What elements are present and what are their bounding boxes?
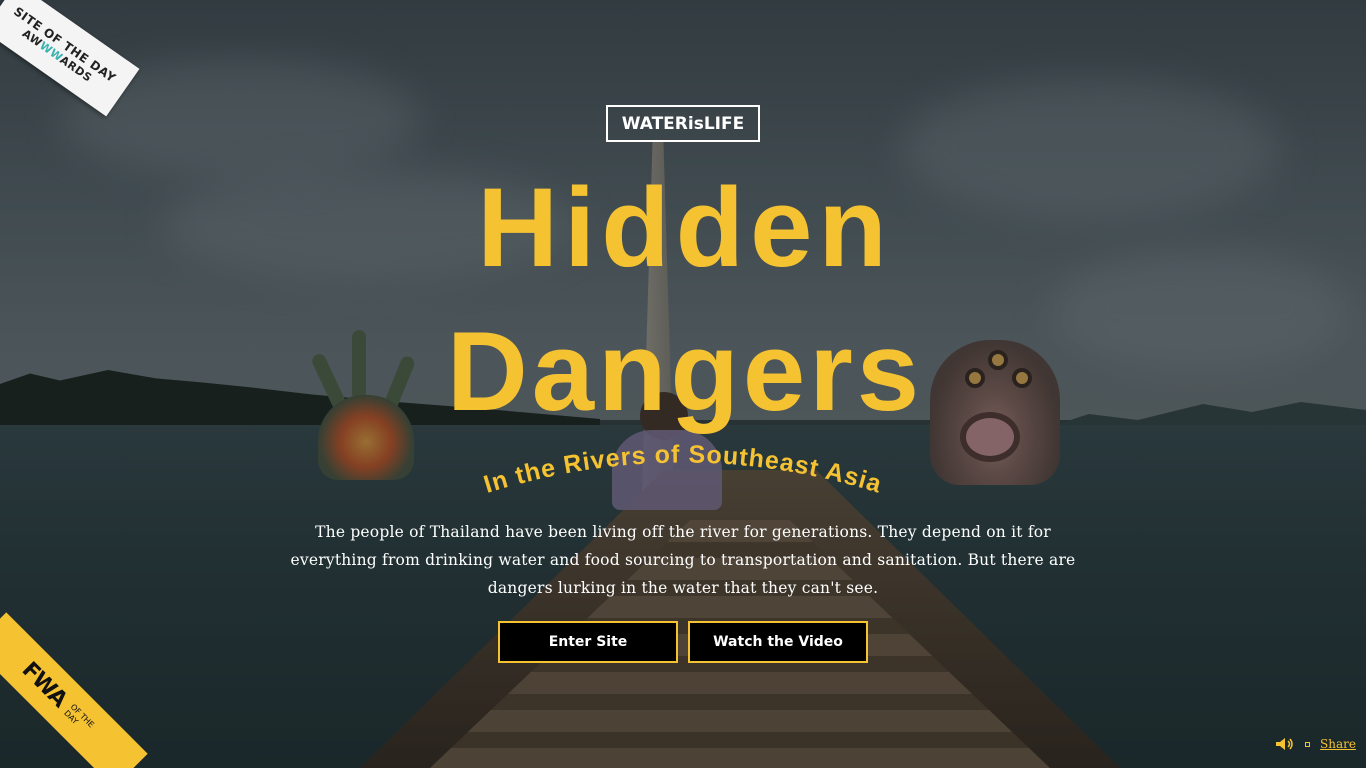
hero-title-line1: Hidden [477,165,893,290]
fwa-ribbon-subtext: OF THE DAY [62,702,96,730]
speaker-icon[interactable] [1275,737,1295,751]
watch-video-button[interactable]: Watch the Video [688,621,868,663]
hero-subtitle: In the Rivers of Southeast Asia [480,440,885,498]
brand-logo[interactable]: WATERisLIFE [606,105,760,142]
footer-controls: Share [1275,736,1356,752]
hero-title: Hidden Dangers [447,165,923,434]
intro-paragraph: The people of Thailand have been living … [290,523,1076,597]
svg-text:In the Rivers of Southeast Asi: In the Rivers of Southeast Asia [480,440,885,498]
fullscreen-icon[interactable] [1305,741,1311,747]
hero-subtitle-text: In the Rivers of Southeast Asia [480,440,884,498]
share-link[interactable]: Share [1320,737,1356,751]
enter-site-button[interactable]: Enter Site [498,621,678,663]
hero-title-line2: Dangers [447,309,923,434]
